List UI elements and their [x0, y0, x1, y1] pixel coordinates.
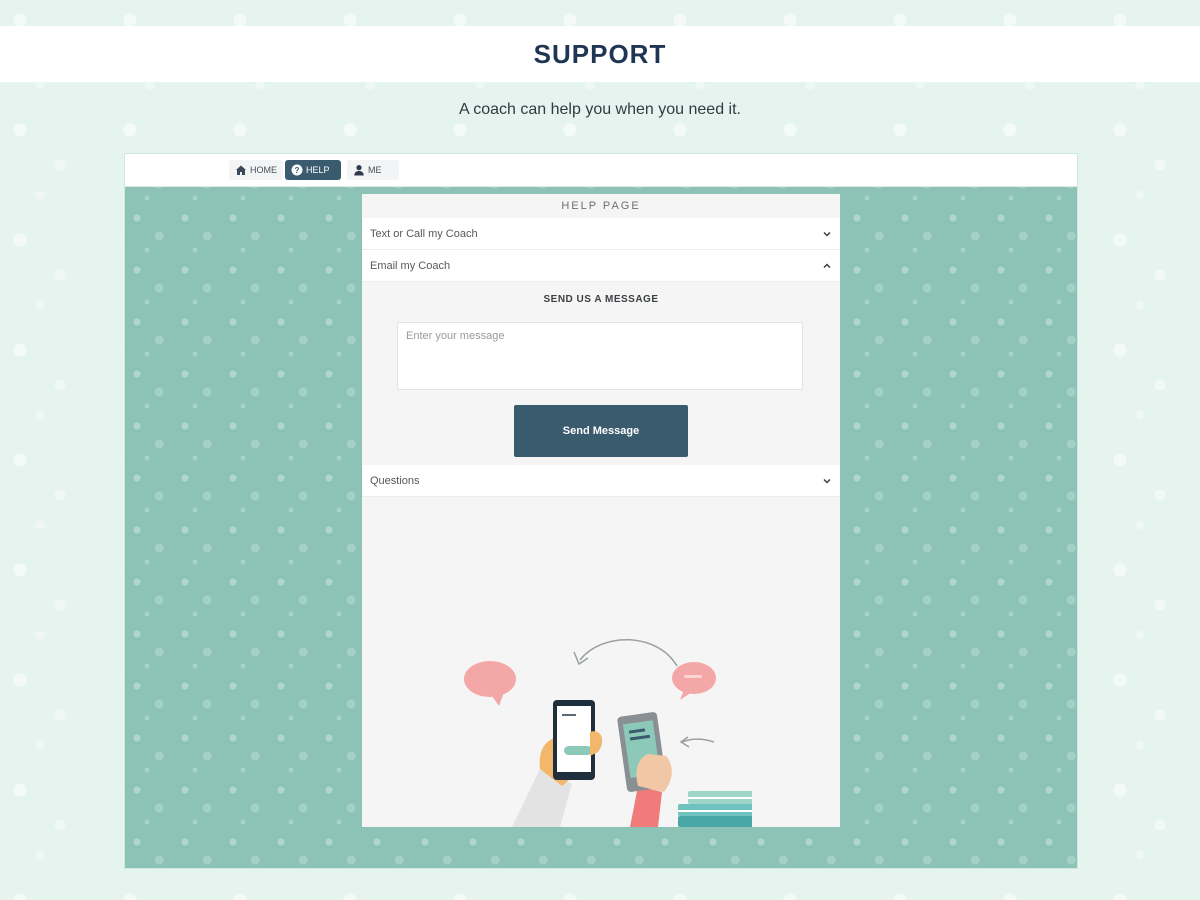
page-title: SUPPORT: [533, 38, 667, 69]
top-navigation: HOME ? HELP ME: [125, 154, 1077, 187]
user-icon: [354, 165, 364, 176]
help-circle-icon: ?: [291, 164, 303, 176]
help-page-title: HELP PAGE: [561, 200, 641, 212]
nav-me-label: ME: [368, 165, 382, 175]
accordion-label: Text or Call my Coach: [370, 227, 478, 240]
page-subtitle: A coach can help you when you need it.: [459, 101, 741, 118]
nav-home-label: HOME: [250, 165, 277, 175]
accordion-label: Questions: [370, 474, 420, 487]
nav-home[interactable]: HOME: [229, 160, 283, 180]
coach-messaging-illustration: [464, 639, 752, 827]
page-header: SUPPORT: [0, 26, 1200, 82]
app-screenshot-frame: HOME ? HELP ME HELP PAGE Text or Call my…: [124, 153, 1078, 869]
accordion-questions[interactable]: Questions: [362, 465, 840, 497]
message-input[interactable]: [397, 322, 803, 390]
accordion-label: Email my Coach: [370, 259, 451, 272]
nav-me[interactable]: ME: [347, 160, 399, 180]
email-coach-content: SEND US A MESSAGE Send Message: [362, 282, 840, 465]
nav-help-label: HELP: [306, 165, 330, 175]
nav-help[interactable]: ? HELP: [285, 160, 341, 180]
home-icon: [236, 165, 246, 175]
help-panel: HELP PAGE Text or Call my Coach Email my…: [362, 194, 840, 827]
accordion-text-call-coach[interactable]: Text or Call my Coach: [362, 218, 840, 250]
chevron-down-icon: [823, 478, 831, 484]
accordion-email-coach[interactable]: Email my Coach: [362, 250, 840, 282]
svg-text:?: ?: [295, 166, 300, 175]
chevron-up-icon: [823, 262, 831, 268]
chevron-down-icon: [823, 231, 831, 237]
send-message-button[interactable]: Send Message: [514, 405, 688, 457]
send-message-heading: SEND US A MESSAGE: [543, 294, 659, 305]
